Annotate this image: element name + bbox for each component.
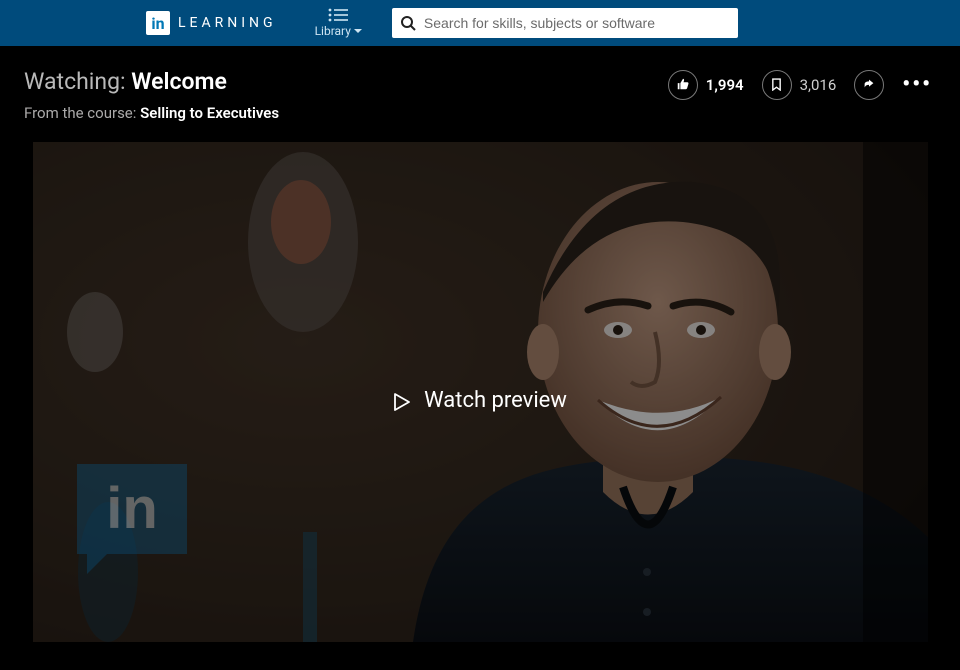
logo[interactable]: in LEARNING <box>146 11 277 35</box>
library-label: Library <box>315 24 351 38</box>
thumbs-up-icon <box>676 76 690 95</box>
page-title: Watching: Welcome <box>24 68 279 96</box>
linkedin-watermark-icon: in <box>77 464 187 574</box>
video-player[interactable]: Watch preview in <box>33 142 928 642</box>
watch-preview-button[interactable]: Watch preview <box>33 388 928 413</box>
from-course-prefix: From the course: <box>24 104 140 122</box>
logo-text: LEARNING <box>178 15 277 31</box>
watching-prefix: Watching: <box>24 68 131 95</box>
save-button[interactable] <box>762 70 792 100</box>
library-dropdown[interactable]: Library <box>315 8 362 38</box>
like-count: 1,994 <box>706 76 744 94</box>
bookmark-icon <box>771 76 782 95</box>
like-button[interactable] <box>668 70 698 100</box>
list-icon <box>328 8 348 22</box>
course-name-link[interactable]: Selling to Executives <box>140 104 279 122</box>
play-icon <box>394 392 410 410</box>
share-icon <box>862 76 876 95</box>
search-box[interactable] <box>392 8 738 38</box>
title-bar: Watching: Welcome From the course: Selli… <box>0 46 960 142</box>
course-subtitle: From the course: Selling to Executives <box>24 104 279 122</box>
search-input[interactable] <box>416 8 730 38</box>
share-button[interactable] <box>854 70 884 100</box>
like-stat: 1,994 <box>668 70 744 100</box>
search-icon <box>400 15 416 31</box>
app-header: in LEARNING Library <box>0 0 960 46</box>
video-title: Welcome <box>131 68 227 95</box>
ellipsis-icon: ••• <box>902 72 932 97</box>
watch-preview-label: Watch preview <box>424 388 567 413</box>
title-actions: 1,994 3,016 ••• <box>668 70 932 100</box>
save-count: 3,016 <box>800 76 837 94</box>
linkedin-logo-icon: in <box>146 11 170 35</box>
more-menu-button[interactable]: ••• <box>902 81 932 89</box>
caret-down-icon <box>354 29 362 37</box>
save-stat: 3,016 <box>762 70 837 100</box>
svg-text:in: in <box>106 476 158 541</box>
